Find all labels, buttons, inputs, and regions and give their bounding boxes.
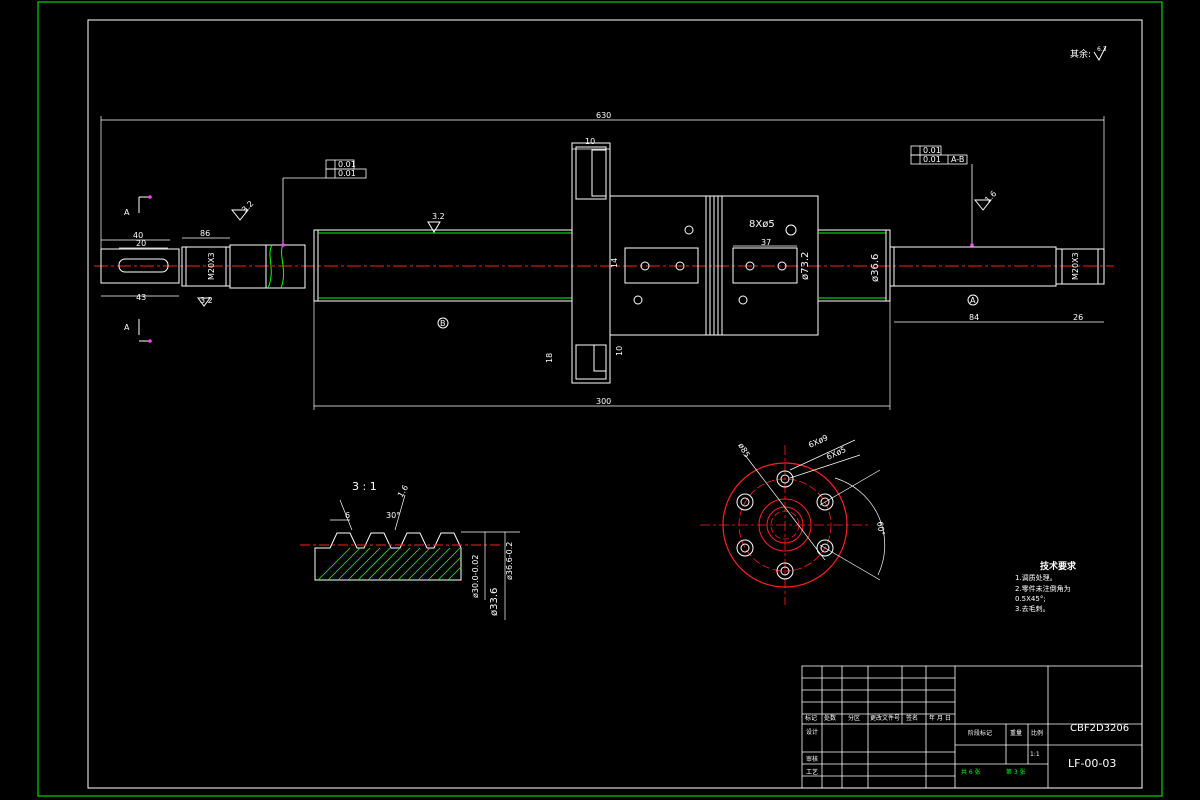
dim-len-84: 84	[969, 313, 979, 322]
datum-b: B	[440, 319, 446, 328]
tech-item-4: 3.去毛刺。	[1015, 604, 1050, 613]
flange-holes-a: 6Xø9	[807, 433, 829, 450]
gdt-left-2: 0.01	[338, 169, 356, 178]
gdt-right-1: 0.01	[923, 146, 941, 155]
section-a-top: A	[124, 208, 130, 217]
detail-angle: 30°	[386, 511, 400, 520]
tb-sheet-no: 第 3 张	[1006, 768, 1026, 776]
thread-detail	[300, 494, 520, 620]
dim-holes: 8Xø5	[749, 219, 775, 230]
tech-title: 技术要求	[1040, 560, 1077, 572]
dim-len-10b: 10	[615, 346, 624, 356]
tb-scale-label: 比例	[1031, 729, 1043, 737]
tb-header-0: 标记	[805, 714, 817, 722]
tb-header-2: 分区	[848, 714, 860, 722]
tb-scale-value: 1:1	[1030, 751, 1040, 758]
rough-right: 1.6	[983, 189, 998, 204]
tb-stage: 阶段标记	[968, 729, 992, 737]
gdt-right-2: 0.01	[923, 155, 941, 164]
gdt-right-ref: A-B	[951, 155, 964, 164]
nut-flange	[571, 142, 611, 384]
tech-item-1: 1.调质处理。	[1015, 573, 1057, 582]
rough-small: 3.2	[200, 296, 213, 305]
tb-header-1: 处数	[824, 714, 836, 722]
thread-right: M20X3	[1071, 252, 1080, 280]
detail-pitch: 6	[345, 511, 350, 520]
detail-tol-small: ø30.0-0.02	[471, 555, 480, 598]
tech-item-2: 2.零件未注倒角为	[1015, 584, 1071, 593]
dim-span-37: 37	[761, 238, 771, 247]
section-markers	[138, 196, 150, 342]
dim-len-14: 14	[610, 258, 619, 268]
dim-len-86: 86	[200, 229, 210, 238]
dim-dia-73: ø73.2	[800, 252, 811, 280]
tb-weight: 重量	[1010, 729, 1022, 737]
tb-drawing-no: LF-00-03	[1068, 757, 1116, 770]
roughness-note: 其余:	[1070, 48, 1091, 60]
flange-holes-b: 6Xø5	[825, 445, 847, 462]
dim-len-300: 300	[596, 397, 611, 406]
shaft-main-view	[94, 142, 1114, 384]
datum-a: A	[970, 296, 976, 305]
tb-process: 工艺	[806, 768, 818, 776]
tech-item-3: 0.5X45°;	[1015, 595, 1046, 603]
gdt-left-1: 0.01	[338, 160, 356, 169]
detail-tol: ø36.6-0.2	[505, 542, 514, 580]
flange-angle: 60°	[875, 521, 886, 537]
thread-left: M20X3	[207, 252, 216, 280]
rough-mid: 3.2	[432, 212, 445, 221]
section-a-bottom: A	[124, 323, 130, 332]
dim-len-43: 43	[136, 293, 146, 302]
dim-len-18: 18	[545, 353, 554, 363]
tb-header-5: 年 月 日	[929, 714, 951, 722]
cad-drawing: 其余: 6.3 630 10 8Xø5 37 ø73.2 ø36.6 40 20…	[37, 1, 1163, 797]
detail-dia: ø33.6	[489, 588, 500, 616]
dim-overall: 630	[596, 111, 611, 120]
tb-part-name: CBF2D3206	[1070, 723, 1129, 734]
rough-left: 3.2	[240, 199, 255, 214]
detail-scale: 3 : 1	[352, 480, 377, 493]
dim-len-26: 26	[1073, 313, 1083, 322]
flange-view	[700, 439, 886, 605]
tb-header-3: 更改文件号	[870, 714, 900, 722]
tb-review: 审核	[806, 755, 818, 763]
dim-len-20: 20	[136, 239, 146, 248]
inner-border	[87, 19, 1143, 789]
dim-flange-width: 10	[585, 137, 595, 146]
tb-header-4: 签名	[906, 714, 918, 722]
flange-bolt-circle: ø85	[736, 442, 751, 460]
magenta-markers	[148, 195, 974, 343]
detail-rough: 1.6	[396, 483, 410, 499]
dim-dia-36: ø36.6	[870, 254, 881, 282]
tb-design: 设计	[806, 728, 818, 736]
tb-sheets-total: 共 6 张	[961, 768, 981, 776]
